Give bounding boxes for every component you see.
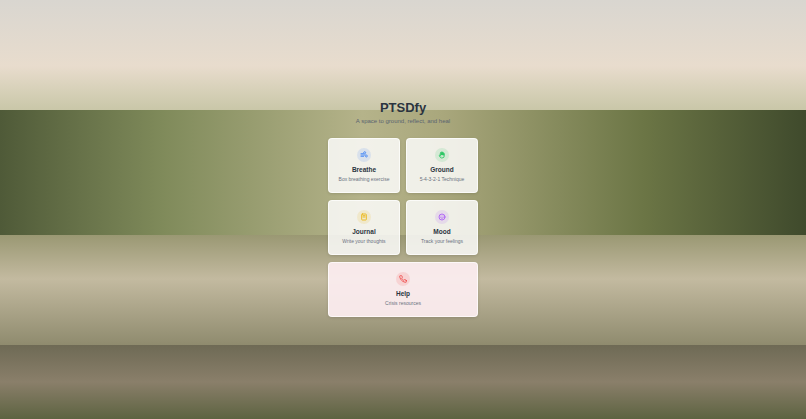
tool-card[interactable]: Breathe Box breathing exercise <box>328 138 400 193</box>
app-subtitle: A space to ground, reflect, and heal <box>356 117 450 126</box>
forest-lake-photo <box>0 0 806 419</box>
hand-icon <box>435 148 449 162</box>
page: PTSDfy A space to ground, reflect, and h… <box>0 0 806 419</box>
phone-icon <box>396 272 410 286</box>
card-label: Breathe <box>352 166 376 174</box>
home-panel: PTSDfy A space to ground, reflect, and h… <box>0 0 806 317</box>
tool-grid: Breathe Box breathing exercise Ground 5-… <box>328 138 478 317</box>
card-description: Write your thoughts <box>342 238 385 245</box>
card-label: Help <box>396 290 410 298</box>
card-description: Crisis resources <box>385 300 421 307</box>
card-label: Mood <box>433 228 450 236</box>
crisis-card[interactable]: Help Crisis resources <box>328 262 478 317</box>
tool-card[interactable]: Ground 5-4-3-2-1 Technique <box>406 138 478 193</box>
card-description: Box breathing exercise <box>339 176 390 183</box>
tool-card[interactable]: Journal Write your thoughts <box>328 200 400 255</box>
smile-icon <box>435 210 449 224</box>
card-label: Ground <box>430 166 453 174</box>
book-icon <box>357 210 371 224</box>
card-description: Track your feelings <box>421 238 463 245</box>
card-label: Journal <box>352 228 375 236</box>
wind-icon <box>357 148 371 162</box>
card-description: 5-4-3-2-1 Technique <box>420 176 465 183</box>
tool-card[interactable]: Mood Track your feelings <box>406 200 478 255</box>
app-title: PTSDfy <box>380 100 426 116</box>
